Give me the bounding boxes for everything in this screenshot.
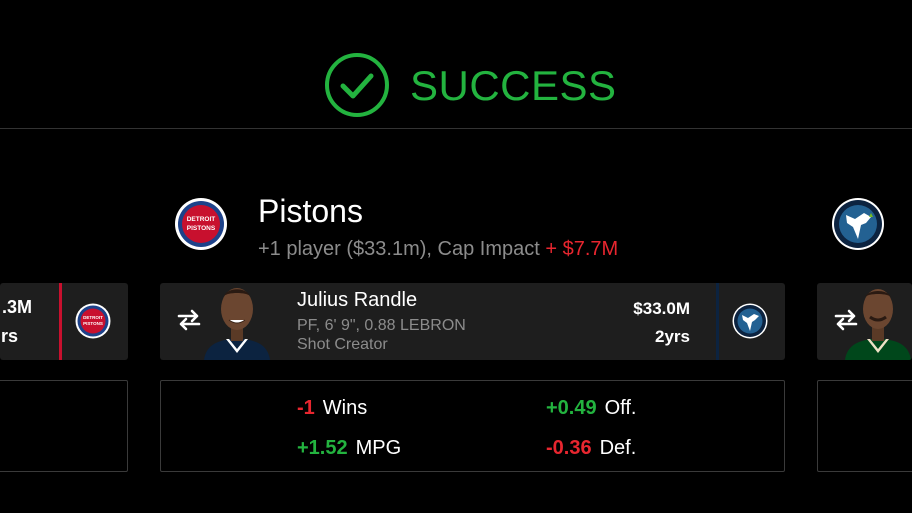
stat-mpg: +1.52 MPG bbox=[297, 437, 401, 460]
cap-impact: + $7.7M bbox=[545, 238, 619, 260]
wins-label: Wins bbox=[322, 397, 368, 419]
wins-value: -1 bbox=[297, 397, 315, 419]
def-value: -0.36 bbox=[546, 437, 592, 459]
team-name: Pistons bbox=[258, 193, 363, 229]
team-summary: +1 player ($33.1m), Cap Impact + $7.7M bbox=[258, 238, 618, 261]
stat-def: -0.36 Def. bbox=[546, 437, 636, 460]
player-salary: $33.0M bbox=[633, 299, 690, 318]
contract-years: 2yrs bbox=[655, 327, 690, 346]
stat-wins: -1 Wins bbox=[297, 397, 367, 420]
svg-text:PISTONS: PISTONS bbox=[187, 225, 216, 232]
check-circle-icon bbox=[325, 53, 389, 117]
left-salary: .3M bbox=[1, 297, 32, 317]
team-color-divider bbox=[716, 283, 719, 360]
mpg-value: +1.52 bbox=[297, 437, 348, 459]
team-color-divider bbox=[59, 283, 62, 360]
left-years: rs bbox=[0, 326, 18, 346]
left-stats-box bbox=[0, 380, 128, 472]
player-name: Julius Randle bbox=[297, 289, 418, 311]
timberwolves-logo bbox=[732, 303, 768, 339]
stats-box: -1 Wins +0.49 Off. +1.52 MPG -0.36 Def. bbox=[160, 380, 785, 472]
right-player-card[interactable] bbox=[817, 283, 912, 360]
svg-text:DETROIT: DETROIT bbox=[83, 315, 103, 320]
right-stats-box bbox=[817, 380, 912, 472]
pistons-logo: DETROIT PISTONS bbox=[175, 198, 227, 250]
player-card[interactable]: Julius Randle PF, 6' 9", 0.88 LEBRON Sho… bbox=[160, 283, 785, 360]
mpg-label: MPG bbox=[355, 437, 402, 459]
swap-icon[interactable] bbox=[176, 309, 202, 331]
off-value: +0.49 bbox=[546, 397, 597, 419]
def-label: Def. bbox=[599, 437, 637, 459]
summary-text: +1 player ($33.1m), Cap Impact bbox=[258, 238, 546, 260]
svg-text:PISTONS: PISTONS bbox=[83, 321, 103, 326]
pistons-logo: DETROIT PISTONS bbox=[75, 303, 111, 339]
player-headshot bbox=[845, 289, 911, 360]
success-banner: SUCCESS bbox=[0, 0, 912, 128]
player-headshot bbox=[204, 288, 270, 360]
player-details: PF, 6' 9", 0.88 LEBRON bbox=[297, 317, 466, 334]
left-player-card[interactable]: .3M rs DETROIT PISTONS bbox=[0, 283, 128, 360]
off-label: Off. bbox=[604, 397, 637, 419]
timberwolves-logo bbox=[832, 198, 884, 250]
svg-text:DETROIT: DETROIT bbox=[187, 216, 216, 223]
header-divider bbox=[0, 128, 912, 129]
player-role: Shot Creator bbox=[297, 336, 388, 353]
success-label: SUCCESS bbox=[410, 62, 617, 109]
stat-off: +0.49 Off. bbox=[546, 397, 636, 420]
